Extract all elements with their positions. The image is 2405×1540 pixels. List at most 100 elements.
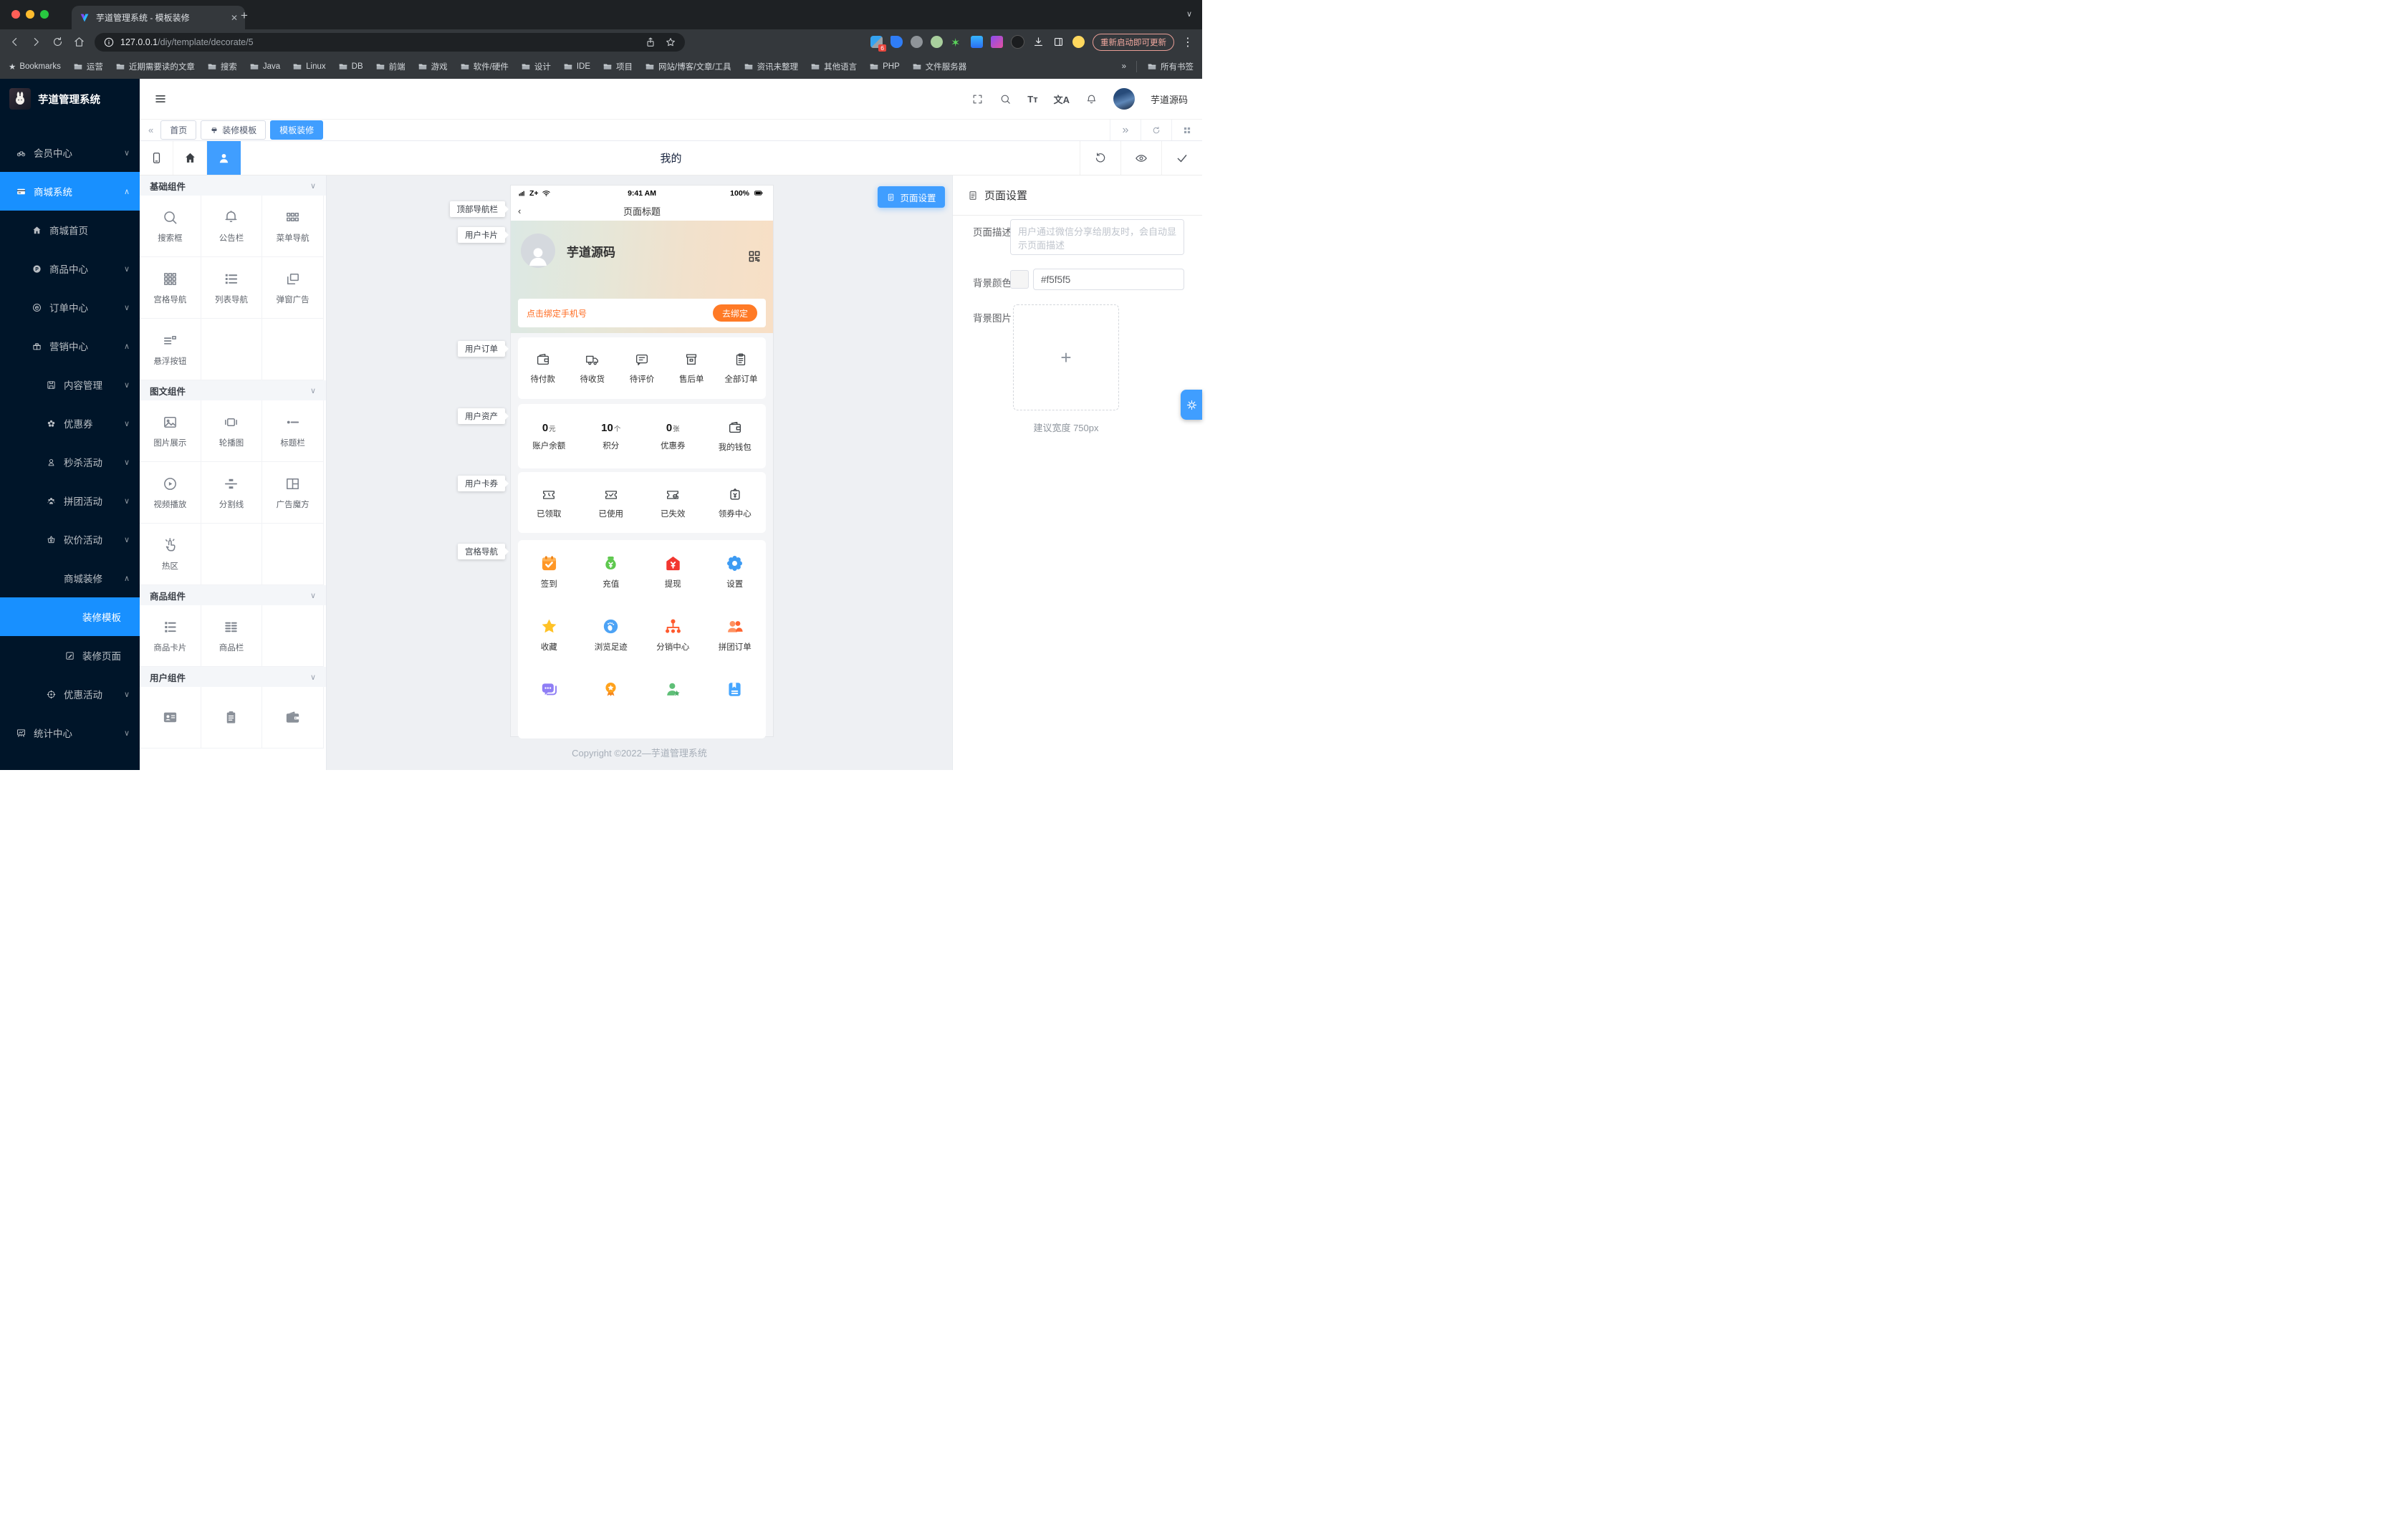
sidebar-item-3[interactable]: P商品中心∨	[0, 249, 140, 288]
grid-entry-拼团订单[interactable]: 拼团订单	[704, 610, 767, 673]
palette-item-公告栏[interactable]: 公告栏	[201, 196, 263, 257]
sidebar-item-0[interactable]: 会员中心∨	[0, 133, 140, 172]
order-entry-全部订单[interactable]: 全部订单	[716, 337, 766, 399]
downloads-icon[interactable]	[1032, 36, 1045, 48]
palette-item-标题栏[interactable]: 标题栏	[262, 400, 324, 462]
new-tab-button[interactable]: +	[241, 9, 248, 21]
coupon-entry-已领取[interactable]: 已领取	[518, 472, 580, 533]
nav-tab-2[interactable]: 模板装修	[270, 120, 323, 140]
coupon-entry-领券中心[interactable]: 领券中心	[704, 472, 767, 533]
palette-item-宫格导航[interactable]: 宫格导航	[140, 257, 201, 319]
close-window-button[interactable]	[11, 10, 20, 19]
grid-entry-分销中心[interactable]: 分销中心	[642, 610, 704, 673]
browser-home-icon[interactable]	[73, 36, 85, 48]
component-tag-用户卡券[interactable]: 用户卡券	[458, 476, 505, 491]
home-page-button[interactable]	[173, 141, 207, 175]
save-button[interactable]	[1161, 141, 1202, 175]
reading-list-icon[interactable]	[1052, 36, 1065, 48]
close-tab-icon[interactable]: ✕	[231, 13, 238, 23]
language-icon[interactable]: 文A	[1054, 92, 1070, 106]
bookmark-item[interactable]: 设计	[521, 61, 551, 72]
user-card-widget[interactable]: 芋道源码 点击绑定手机号 去绑定	[511, 221, 773, 333]
back-chevron-icon[interactable]: ‹	[518, 206, 521, 216]
page-settings-button[interactable]: 页面设置	[878, 186, 945, 208]
grid-nav-widget[interactable]: 签到充值提现设置收藏浏览足迹分销中心拼团订单	[518, 540, 766, 738]
bg-image-upload[interactable]: +	[1013, 304, 1119, 410]
tab-strip-chevron-icon[interactable]: ∨	[1186, 9, 1192, 19]
sidebar-item-13[interactable]: 装修页面	[0, 636, 140, 675]
bookmark-item[interactable]: 资讯未整理	[744, 61, 799, 72]
extension-icon[interactable]	[1011, 35, 1024, 49]
bookmark-item[interactable]: 项目	[603, 61, 633, 72]
palette-item-c-orderlistf[interactable]	[201, 687, 263, 749]
phone-preview[interactable]: Z+ 9:41 AM 100% ‹ 页面标题 芋道源码	[511, 186, 773, 736]
palette-item-图片展示[interactable]: 图片展示	[140, 400, 201, 462]
palette-item-广告魔方[interactable]: 广告魔方	[262, 462, 324, 524]
grid-entry-设置[interactable]: 设置	[704, 547, 767, 610]
reset-button[interactable]	[1080, 141, 1120, 175]
user-coupon-widget[interactable]: 已领取已使用已失效领券中心	[518, 472, 766, 533]
order-entry-待评价[interactable]: 待评价	[617, 337, 666, 399]
palette-section-header[interactable]: 用户组件∨	[140, 667, 326, 687]
component-tag-宫格导航[interactable]: 宫格导航	[458, 544, 505, 559]
maximize-window-button[interactable]	[40, 10, 49, 19]
design-canvas[interactable]: Z+ 9:41 AM 100% ‹ 页面标题 芋道源码	[327, 175, 952, 770]
update-button[interactable]: 重新启动即可更新	[1093, 34, 1174, 51]
extension-icon[interactable]: ✶	[951, 36, 963, 48]
sidebar-item-15[interactable]: 统计中心∨	[0, 713, 140, 752]
palette-item-c-usercardf[interactable]	[140, 687, 201, 749]
palette-section-header[interactable]: 商品组件∨	[140, 585, 326, 605]
grid-entry-icon-9[interactable]	[580, 673, 643, 736]
preview-button[interactable]	[1120, 141, 1161, 175]
grid-entry-icon-10[interactable]	[642, 673, 704, 736]
sidebar-item-12[interactable]: 装修模板	[0, 597, 140, 636]
share-icon[interactable]	[645, 37, 656, 48]
settings-toggle-button[interactable]	[1181, 390, 1202, 420]
back-icon[interactable]	[9, 36, 21, 48]
page-desc-input[interactable]	[1010, 219, 1184, 255]
phone-nav-bar[interactable]: ‹ 页面标题	[511, 201, 773, 221]
palette-section-header[interactable]: 图文组件∨	[140, 380, 326, 400]
bookmark-item[interactable]: PHP	[869, 61, 900, 72]
qr-code-icon[interactable]	[747, 249, 762, 264]
nav-tab-1[interactable]: 装修模板	[201, 120, 266, 140]
bookmark-item[interactable]: DB	[338, 61, 363, 72]
palette-item-分割线[interactable]: 分割线	[201, 462, 263, 524]
browser-menu-icon[interactable]: ⋮	[1182, 35, 1194, 49]
palette-item-悬浮按钮[interactable]: 悬浮按钮	[140, 319, 201, 380]
search-icon[interactable]	[999, 93, 1012, 105]
font-size-icon[interactable]: Tᴛ	[1027, 94, 1037, 105]
bookmark-item[interactable]: Linux	[292, 61, 326, 72]
my-page-button[interactable]	[207, 141, 241, 175]
bookmark-item[interactable]: 网站/博客/文章/工具	[645, 61, 731, 72]
grid-entry-icon-11[interactable]	[704, 673, 767, 736]
palette-item-轮播图[interactable]: 轮播图	[201, 400, 263, 462]
palette-item-热区[interactable]: 热区	[140, 524, 201, 585]
site-info-icon[interactable]	[103, 37, 115, 48]
minimize-window-button[interactable]	[26, 10, 34, 19]
sidebar-item-7[interactable]: 优惠券∨	[0, 404, 140, 443]
palette-section-header[interactable]: 基础组件∨	[140, 175, 326, 196]
extension-icon[interactable]	[931, 36, 943, 48]
bookmark-item[interactable]: 近期需要读的文章	[115, 61, 195, 72]
reload-icon[interactable]	[52, 36, 64, 48]
grid-entry-浏览足迹[interactable]: 浏览足迹	[580, 610, 643, 673]
device-phone-button[interactable]	[140, 141, 173, 175]
order-entry-待收货[interactable]: 待收货	[567, 337, 617, 399]
palette-item-菜单导航[interactable]: 菜单导航	[262, 196, 324, 257]
user-avatar[interactable]	[1113, 88, 1135, 110]
bell-icon[interactable]	[1085, 93, 1098, 105]
extension-icon[interactable]: 6	[870, 36, 883, 48]
sidebar-item-9[interactable]: 拼团活动∨	[0, 481, 140, 520]
sidebar-item-5[interactable]: 营销中心∧	[0, 327, 140, 365]
asset-entry-账户余额[interactable]: 0元账户余额	[518, 404, 580, 468]
bookmarks-root[interactable]: ★ Bookmarks	[9, 62, 61, 72]
asset-entry-我的钱包[interactable]: 我的钱包	[704, 404, 767, 468]
all-bookmarks[interactable]: 所有书签	[1147, 61, 1194, 72]
browser-tab[interactable]: 芋道管理系统 - 模板装修 ✕	[72, 6, 245, 29]
collapse-menu-icon[interactable]	[154, 92, 167, 105]
sidebar-item-2[interactable]: 商城首页	[0, 211, 140, 249]
bookmark-item[interactable]: 软件/硬件	[460, 61, 509, 72]
asset-entry-优惠券[interactable]: 0张优惠券	[642, 404, 704, 468]
component-tag-用户资产[interactable]: 用户资产	[458, 408, 505, 424]
